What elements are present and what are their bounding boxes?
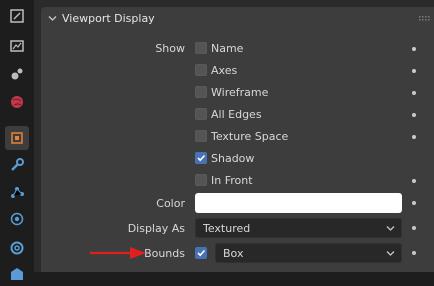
chevron-down-icon[interactable] xyxy=(48,14,57,23)
chevron-down-icon xyxy=(386,226,395,231)
bounds-type-dropdown[interactable]: Box xyxy=(215,243,402,263)
tool-icon[interactable] xyxy=(5,4,29,28)
annotation-arrow-icon xyxy=(90,247,146,259)
color-label: Color xyxy=(156,197,185,210)
data-icon[interactable] xyxy=(5,262,29,286)
name-checkbox[interactable] xyxy=(195,42,207,54)
modifier-wrench-icon[interactable] xyxy=(5,153,29,177)
axes-label: Axes xyxy=(211,64,238,77)
bounds-checkbox[interactable] xyxy=(195,247,207,259)
all-edges-label: All Edges xyxy=(211,108,262,121)
keyframe-dot-icon[interactable] xyxy=(412,226,416,230)
keyframe-dot-icon[interactable] xyxy=(412,113,416,117)
in-front-label: In Front xyxy=(211,174,253,187)
display-as-label: Display As xyxy=(127,222,185,235)
drag-grip-icon[interactable] xyxy=(419,16,431,22)
panel-title: Viewport Display xyxy=(62,12,155,25)
keyframe-dot-icon[interactable] xyxy=(412,47,416,51)
bounds-type-value: Box xyxy=(223,247,244,260)
wireframe-label: Wireframe xyxy=(211,86,269,99)
keyframe-dot-icon[interactable] xyxy=(412,91,416,95)
shadow-checkbox[interactable] xyxy=(195,152,207,164)
shadow-label: Shadow xyxy=(211,152,255,165)
all-edges-checkbox[interactable] xyxy=(195,108,207,120)
particles-icon[interactable] xyxy=(5,180,29,204)
scene-icon[interactable] xyxy=(5,62,29,86)
texture-space-checkbox[interactable] xyxy=(195,130,207,142)
checkmark-icon xyxy=(197,249,206,257)
display-as-value: Textured xyxy=(203,222,251,235)
panel-header[interactable]: Viewport Display xyxy=(41,7,434,31)
wireframe-checkbox[interactable] xyxy=(195,86,207,98)
texture-space-label: Texture Space xyxy=(211,130,289,143)
chevron-down-icon xyxy=(386,251,395,256)
physics-icon[interactable] xyxy=(5,207,29,231)
in-front-checkbox[interactable] xyxy=(195,174,207,186)
axes-checkbox[interactable] xyxy=(195,64,207,76)
color-swatch[interactable] xyxy=(195,193,402,213)
name-label: Name xyxy=(211,42,244,55)
keyframe-dot-icon[interactable] xyxy=(412,251,416,255)
properties-editor: Viewport Display Show Name Axes Wirefram… xyxy=(34,0,434,272)
constraints-icon[interactable] xyxy=(5,236,29,260)
keyframe-dot-icon[interactable] xyxy=(412,201,416,205)
viewport-display-panel: Viewport Display Show Name Axes Wirefram… xyxy=(41,7,434,272)
keyframe-dot-icon[interactable] xyxy=(412,179,416,183)
properties-tab-bar xyxy=(0,0,34,280)
show-label: Show xyxy=(155,42,185,55)
output-icon[interactable] xyxy=(5,34,29,58)
keyframe-dot-icon[interactable] xyxy=(412,135,416,139)
object-icon[interactable] xyxy=(5,126,29,150)
display-as-dropdown[interactable]: Textured xyxy=(195,218,402,238)
keyframe-dot-icon[interactable] xyxy=(412,69,416,73)
world-icon[interactable] xyxy=(5,90,29,114)
checkmark-icon xyxy=(197,154,206,162)
